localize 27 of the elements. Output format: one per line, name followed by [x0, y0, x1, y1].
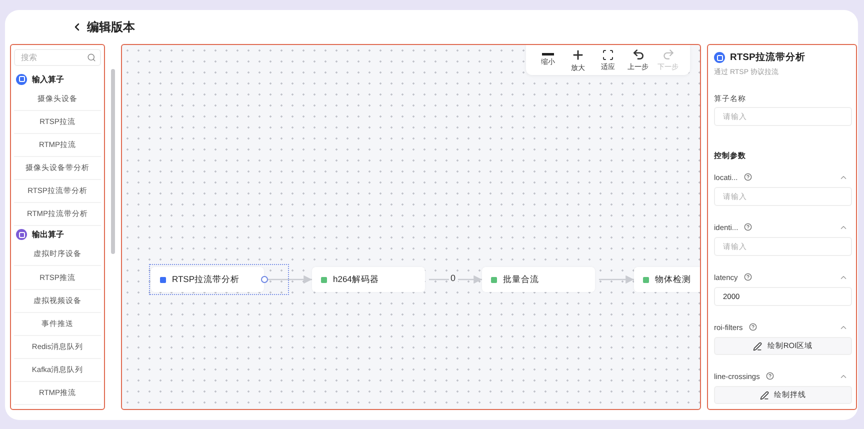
undo-icon	[632, 48, 644, 61]
pen-icon	[753, 342, 762, 350]
plus-icon	[571, 48, 585, 62]
fit-frame-icon	[602, 48, 614, 60]
help-icon[interactable]	[766, 372, 774, 380]
flow-node[interactable]: h264解码器	[312, 267, 425, 292]
redo-icon	[662, 48, 674, 61]
flow-node[interactable]: 批量合流	[482, 267, 595, 292]
scrollbar-thumb[interactable]	[111, 69, 115, 254]
connector-arrow	[599, 275, 634, 284]
help-icon[interactable]	[748, 323, 757, 331]
help-icon[interactable]	[744, 173, 752, 181]
help-icon[interactable]	[744, 223, 752, 231]
page-title: 编辑版本	[87, 18, 135, 36]
flow-node[interactable]: 物体检测	[634, 267, 700, 292]
pen-icon	[760, 390, 769, 400]
help-icon[interactable]	[744, 273, 752, 281]
edge-label: 0	[448, 273, 458, 283]
search-icon	[87, 53, 96, 62]
group-icon	[714, 52, 725, 63]
group-title: 输出算子	[32, 229, 64, 240]
group-title: 输入算子	[32, 74, 64, 84]
minus-icon	[542, 53, 554, 56]
connector-arrow	[268, 275, 312, 284]
connector-arrow	[429, 275, 482, 284]
panel-title: RTSP拉流带分析	[730, 51, 806, 64]
output-port[interactable]	[261, 276, 268, 283]
